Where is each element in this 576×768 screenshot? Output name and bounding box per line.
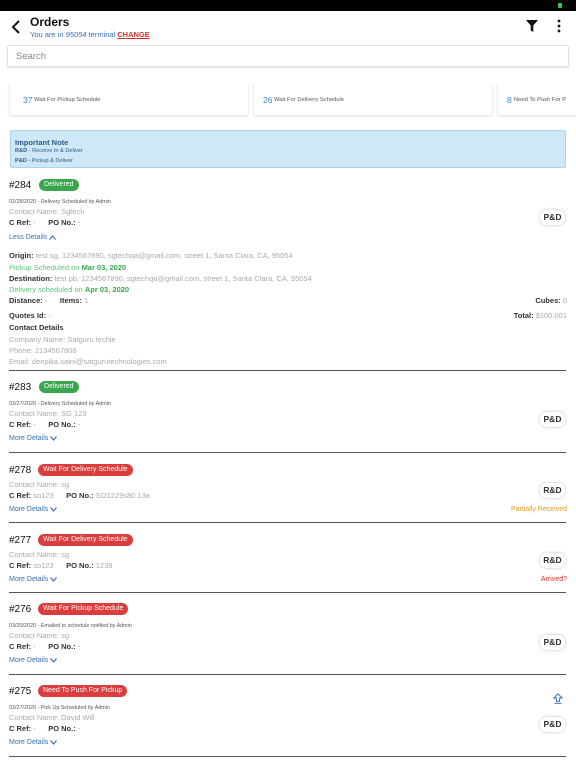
email: Email: deepika.saini@satgurutechnologies… <box>9 357 167 366</box>
order-type-badge: R&D <box>540 553 565 568</box>
destination-line: Destination: test pb, 1234567890, sgtech… <box>9 274 312 283</box>
order-refs: C Ref: - PO No.: - <box>9 420 81 429</box>
divider <box>9 674 566 675</box>
contact-name: Contact Name: David Will <box>9 713 95 722</box>
search-input[interactable] <box>8 46 568 67</box>
terminal-subtitle: You are in 95054 terminal CHANGE <box>30 30 150 39</box>
company-name: Company Name: Satguru techie <box>9 335 116 344</box>
more-details-toggle[interactable]: More Details <box>9 739 58 746</box>
more-details-toggle[interactable]: More Details <box>9 506 58 513</box>
status-bar <box>0 0 576 11</box>
chevron-down-icon <box>50 657 58 663</box>
cubes-line: Cubes: 0 <box>535 296 567 305</box>
schedule-info: 02/27/2020 - Delivery Scheduled by Admin <box>9 401 111 407</box>
schedule-info: 03/20/2020 - Emailed to schedule notifie… <box>9 623 132 629</box>
order-number: #277 <box>9 535 32 546</box>
phone: Phone: 2134567808 <box>9 346 77 355</box>
chevron-left-icon[interactable] <box>11 20 21 34</box>
distance-items-line: Distance: - Items: 1 <box>9 296 89 305</box>
note-line-rd: R&D - Receive In & Deliver <box>15 148 83 154</box>
order-number: #276 <box>9 604 32 615</box>
card-wait-delivery[interactable]: 26 Wait For Delivery Schedule <box>254 83 492 115</box>
status-badge: Need To Push For Pickup <box>38 685 128 697</box>
divider <box>9 522 566 523</box>
order-type-badge: P&D <box>540 717 565 732</box>
upload-arrow-icon[interactable] <box>553 693 563 704</box>
order-refs: C Ref: - PO No.: - <box>9 642 81 651</box>
note-title: Important Note <box>15 138 69 147</box>
more-details-toggle[interactable]: More Details <box>9 657 58 664</box>
search-bar <box>7 45 569 67</box>
order-number: #278 <box>9 465 32 476</box>
status-badge: Wait For Delivery Schedule <box>38 464 133 476</box>
chevron-down-icon <box>50 576 58 582</box>
schedule-info: 02/28/2020 - Delivery Scheduled by Admin <box>9 199 111 205</box>
order-type-badge: P&D <box>540 635 565 650</box>
quotes-line: Quotes Id: - <box>9 311 51 320</box>
total-line: Total: $100.001 <box>513 311 567 320</box>
status-badge: Wait For Pickup Schedule <box>38 603 129 615</box>
contact-name: Contact Name: Sgtech <box>9 207 85 216</box>
note-line-pd: P&D - Pickup & Deliver <box>15 158 73 164</box>
schedule-info: 02/27/2020 - Pick Up Scheduled by Admin <box>9 705 110 711</box>
card-count: 26 <box>263 95 273 105</box>
status-badge: Delivered <box>39 381 79 393</box>
contact-name: Contact Name: SG 123 <box>9 409 87 418</box>
card-count: 8 <box>507 95 512 105</box>
delivery-line: Delivery scheduled on Apr 03, 2020 <box>9 285 130 294</box>
origin-line: Origin: test sg, 1234567890, sgtechqa@gm… <box>9 251 293 260</box>
order-refs: C Ref: so123 PO No.: SO1229s80 13a <box>9 491 150 500</box>
page-title: Orders <box>30 15 70 29</box>
arrived-state[interactable]: Arrived? <box>541 576 567 583</box>
more-vertical-icon[interactable] <box>557 19 561 33</box>
divider <box>9 592 566 593</box>
order-number: #283 <box>9 382 32 393</box>
contact-name: Contact Name: sg <box>9 550 70 559</box>
contact-details-heading: Contact Details <box>9 323 64 332</box>
pickup-line: Pickup Scheduled on Mar 03, 2020 <box>9 263 127 272</box>
status-badge: Delivered <box>39 179 79 191</box>
order-number: #275 <box>9 686 32 697</box>
chevron-down-icon <box>50 739 58 745</box>
summary-cards: 37 Wait For Pickup Schedule 26 Wait For … <box>0 83 576 117</box>
card-count: 37 <box>23 95 33 105</box>
chevron-down-icon <box>50 435 58 441</box>
status-badge: Wait For Delivery Schedule <box>38 534 133 546</box>
receive-state: Partially Received <box>510 506 567 513</box>
order-type-badge: P&D <box>540 412 565 427</box>
change-terminal-link[interactable]: CHANGE <box>117 30 150 39</box>
divider <box>9 370 566 371</box>
order-refs: C Ref: - PO No.: - <box>9 724 81 733</box>
more-details-toggle[interactable]: More Details <box>9 576 58 583</box>
card-label: Need To Push For P <box>514 97 567 103</box>
order-type-badge: R&D <box>540 483 565 498</box>
filter-icon[interactable] <box>526 20 538 32</box>
order-refs: C Ref: - PO No.: - <box>9 218 81 227</box>
important-note: Important Note R&D - Receive In & Delive… <box>10 130 566 168</box>
more-details-toggle[interactable]: More Details <box>9 435 58 442</box>
divider <box>9 452 566 453</box>
app-header: Orders You are in 95054 terminal CHANGE <box>0 11 576 42</box>
card-label: Wait For Delivery Schedule <box>274 97 345 103</box>
chevron-up-icon <box>49 234 57 240</box>
terminal-id: 95054 <box>65 30 87 39</box>
card-wait-pickup[interactable]: 37 Wait For Pickup Schedule <box>10 83 248 115</box>
divider <box>9 756 566 757</box>
card-need-push[interactable]: 8 Need To Push For P <box>498 83 576 115</box>
contact-name: Contact Name: sg <box>9 480 70 489</box>
order-number: #284 <box>9 180 32 191</box>
less-details-toggle[interactable]: Less Details <box>9 234 57 241</box>
battery-icon <box>558 3 562 8</box>
contact-name: Contact Name: sg <box>9 631 70 640</box>
order-refs: C Ref: so123 PO No.: 1238 <box>9 561 113 570</box>
order-type-badge: P&D <box>540 210 565 225</box>
card-label: Wait For Pickup Schedule <box>34 97 101 103</box>
chevron-down-icon <box>50 506 58 512</box>
